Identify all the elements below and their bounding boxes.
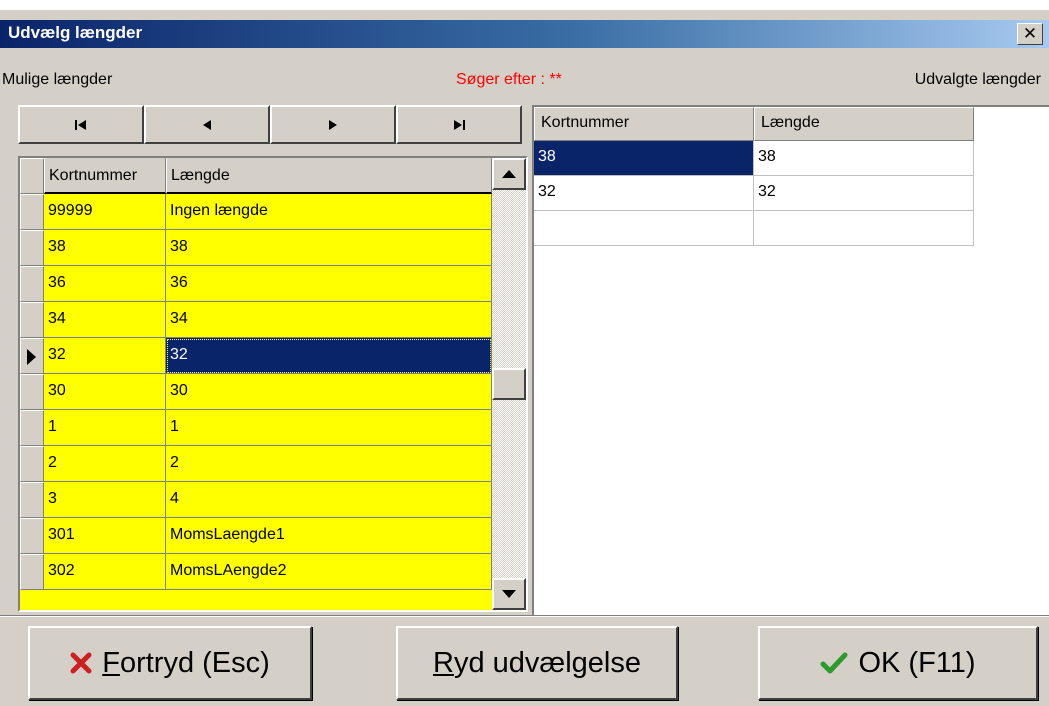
first-record-button[interactable] [18,105,144,144]
cell-kortnummer[interactable]: 99999 [44,194,166,230]
cell-laengde[interactable]: MomsLaengde1 [166,518,492,554]
last-record-icon [454,119,465,130]
cell-kortnummer[interactable]: 301 [44,518,166,554]
record-navigator [18,105,522,144]
next-record-button[interactable] [270,105,396,144]
cell-kortnummer[interactable]: 32 [534,176,754,211]
table-row[interactable]: 99999 Ingen længde [20,194,492,230]
green-check-icon [820,651,848,675]
table-row-selected[interactable]: 38 38 [534,141,974,176]
red-x-icon [70,652,92,674]
table-row[interactable]: 34 34 [20,302,492,338]
selected-lengths-grid[interactable]: Kortnummer Længde 38 38 32 32 [534,107,974,246]
prior-record-button[interactable] [144,105,270,144]
cell-laengde[interactable]: 2 [166,446,492,482]
row-indicator[interactable] [20,446,44,482]
vertical-scrollbar[interactable] [492,158,526,610]
cell-laengde[interactable]: 36 [166,266,492,302]
table-row[interactable]: 38 38 [20,230,492,266]
table-row[interactable]: 36 36 [20,266,492,302]
cell-kortnummer[interactable]: 34 [44,302,166,338]
table-row[interactable]: 1 1 [20,410,492,446]
prior-record-icon [203,119,211,130]
table-row-empty[interactable] [534,211,974,246]
window-title: Udvælg længder [8,23,143,42]
cell-kortnummer[interactable]: 30 [44,374,166,410]
table-row[interactable]: 301 MomsLaengde1 [20,518,492,554]
cell-kortnummer[interactable]: 38 [44,230,166,266]
cancel-button[interactable]: Fortryd (Esc) [28,626,312,700]
column-header-kortnummer[interactable]: Kortnummer [44,158,166,194]
table-row[interactable]: 3 4 [20,482,492,518]
table-row[interactable]: 2 2 [20,446,492,482]
row-indicator[interactable] [20,194,44,230]
cancel-label: Fortryd (Esc) [102,646,270,679]
last-record-button[interactable] [396,105,522,144]
scroll-thumb[interactable] [492,368,526,400]
cell-laengde[interactable]: 32 [754,176,974,211]
next-record-icon [329,119,337,130]
cell-kortnummer[interactable]: 32 [44,338,166,374]
row-indicator[interactable] [20,482,44,518]
current-row-pointer-icon [27,349,36,365]
grid-header: Kortnummer Længde [20,158,492,194]
cell-kortnummer[interactable]: 1 [44,410,166,446]
row-indicator[interactable] [20,554,44,590]
cell-kortnummer[interactable] [534,211,754,246]
row-indicator[interactable] [20,518,44,554]
dialog-window: Udvælg længder ✕ Mulige længder Søger ef… [0,0,1049,706]
scroll-down-button[interactable] [492,578,526,610]
cell-laengde[interactable]: 38 [754,141,974,176]
available-lengths-grid[interactable]: Kortnummer Længde 99999 Ingen længde 38 … [18,156,528,612]
scroll-up-button[interactable] [492,158,526,190]
scroll-up-icon [502,170,516,178]
ok-label: OK (F11) [858,646,976,679]
cell-kortnummer[interactable]: 38 [534,141,754,176]
clear-selection-label: Ryd udvælgelse [433,646,641,679]
row-indicator[interactable] [20,410,44,446]
cell-kortnummer[interactable]: 302 [44,554,166,590]
table-row[interactable]: 32 32 [534,176,974,211]
available-lengths-label: Mulige længder [2,71,113,88]
cell-laengde[interactable]: 4 [166,482,492,518]
selected-lengths-label: Udvalgte længder [914,71,1041,88]
ok-button[interactable]: OK (F11) [758,626,1038,700]
cell-kortnummer[interactable]: 3 [44,482,166,518]
cell-laengde[interactable]: 30 [166,374,492,410]
row-indicator[interactable] [20,302,44,338]
cell-laengde[interactable]: 34 [166,302,492,338]
column-header-kortnummer[interactable]: Kortnummer [534,107,754,141]
first-record-icon [75,119,86,130]
clear-selection-button[interactable]: Ryd udvælgelse [396,626,678,700]
cell-laengde-selected[interactable]: 32 [166,338,492,374]
row-indicator[interactable] [20,374,44,410]
cell-kortnummer[interactable]: 36 [44,266,166,302]
indicator-header [20,158,44,194]
table-row[interactable]: 302 MomsLAengde2 [20,554,492,590]
selected-lengths-pane: Kortnummer Længde 38 38 32 32 [532,105,1049,615]
cell-laengde[interactable]: Ingen længde [166,194,492,230]
cell-kortnummer[interactable]: 2 [44,446,166,482]
info-bar: Mulige længder Søger efter : ** Udvalgte… [0,68,1049,94]
grid-header: Kortnummer Længde [534,107,974,141]
title-bar: Udvælg længder ✕ [0,20,1049,48]
column-header-laengde[interactable]: Længde [166,158,492,194]
cell-laengde[interactable] [754,211,974,246]
scroll-down-icon [502,590,516,598]
close-button[interactable]: ✕ [1017,23,1043,45]
search-status-label: Søger efter : ** [456,71,562,88]
table-row-current[interactable]: 32 32 [20,338,492,374]
grid-rows: 99999 Ingen længde 38 38 36 36 34 34 32 [20,194,492,590]
cell-laengde[interactable]: 38 [166,230,492,266]
cell-laengde[interactable]: 1 [166,410,492,446]
row-indicator[interactable] [20,230,44,266]
cell-laengde[interactable]: MomsLAengde2 [166,554,492,590]
close-icon: ✕ [1022,24,1038,43]
row-indicator[interactable] [20,338,44,374]
table-row[interactable]: 30 30 [20,374,492,410]
column-header-laengde[interactable]: Længde [754,107,974,141]
row-indicator[interactable] [20,266,44,302]
button-divider [0,615,1049,617]
